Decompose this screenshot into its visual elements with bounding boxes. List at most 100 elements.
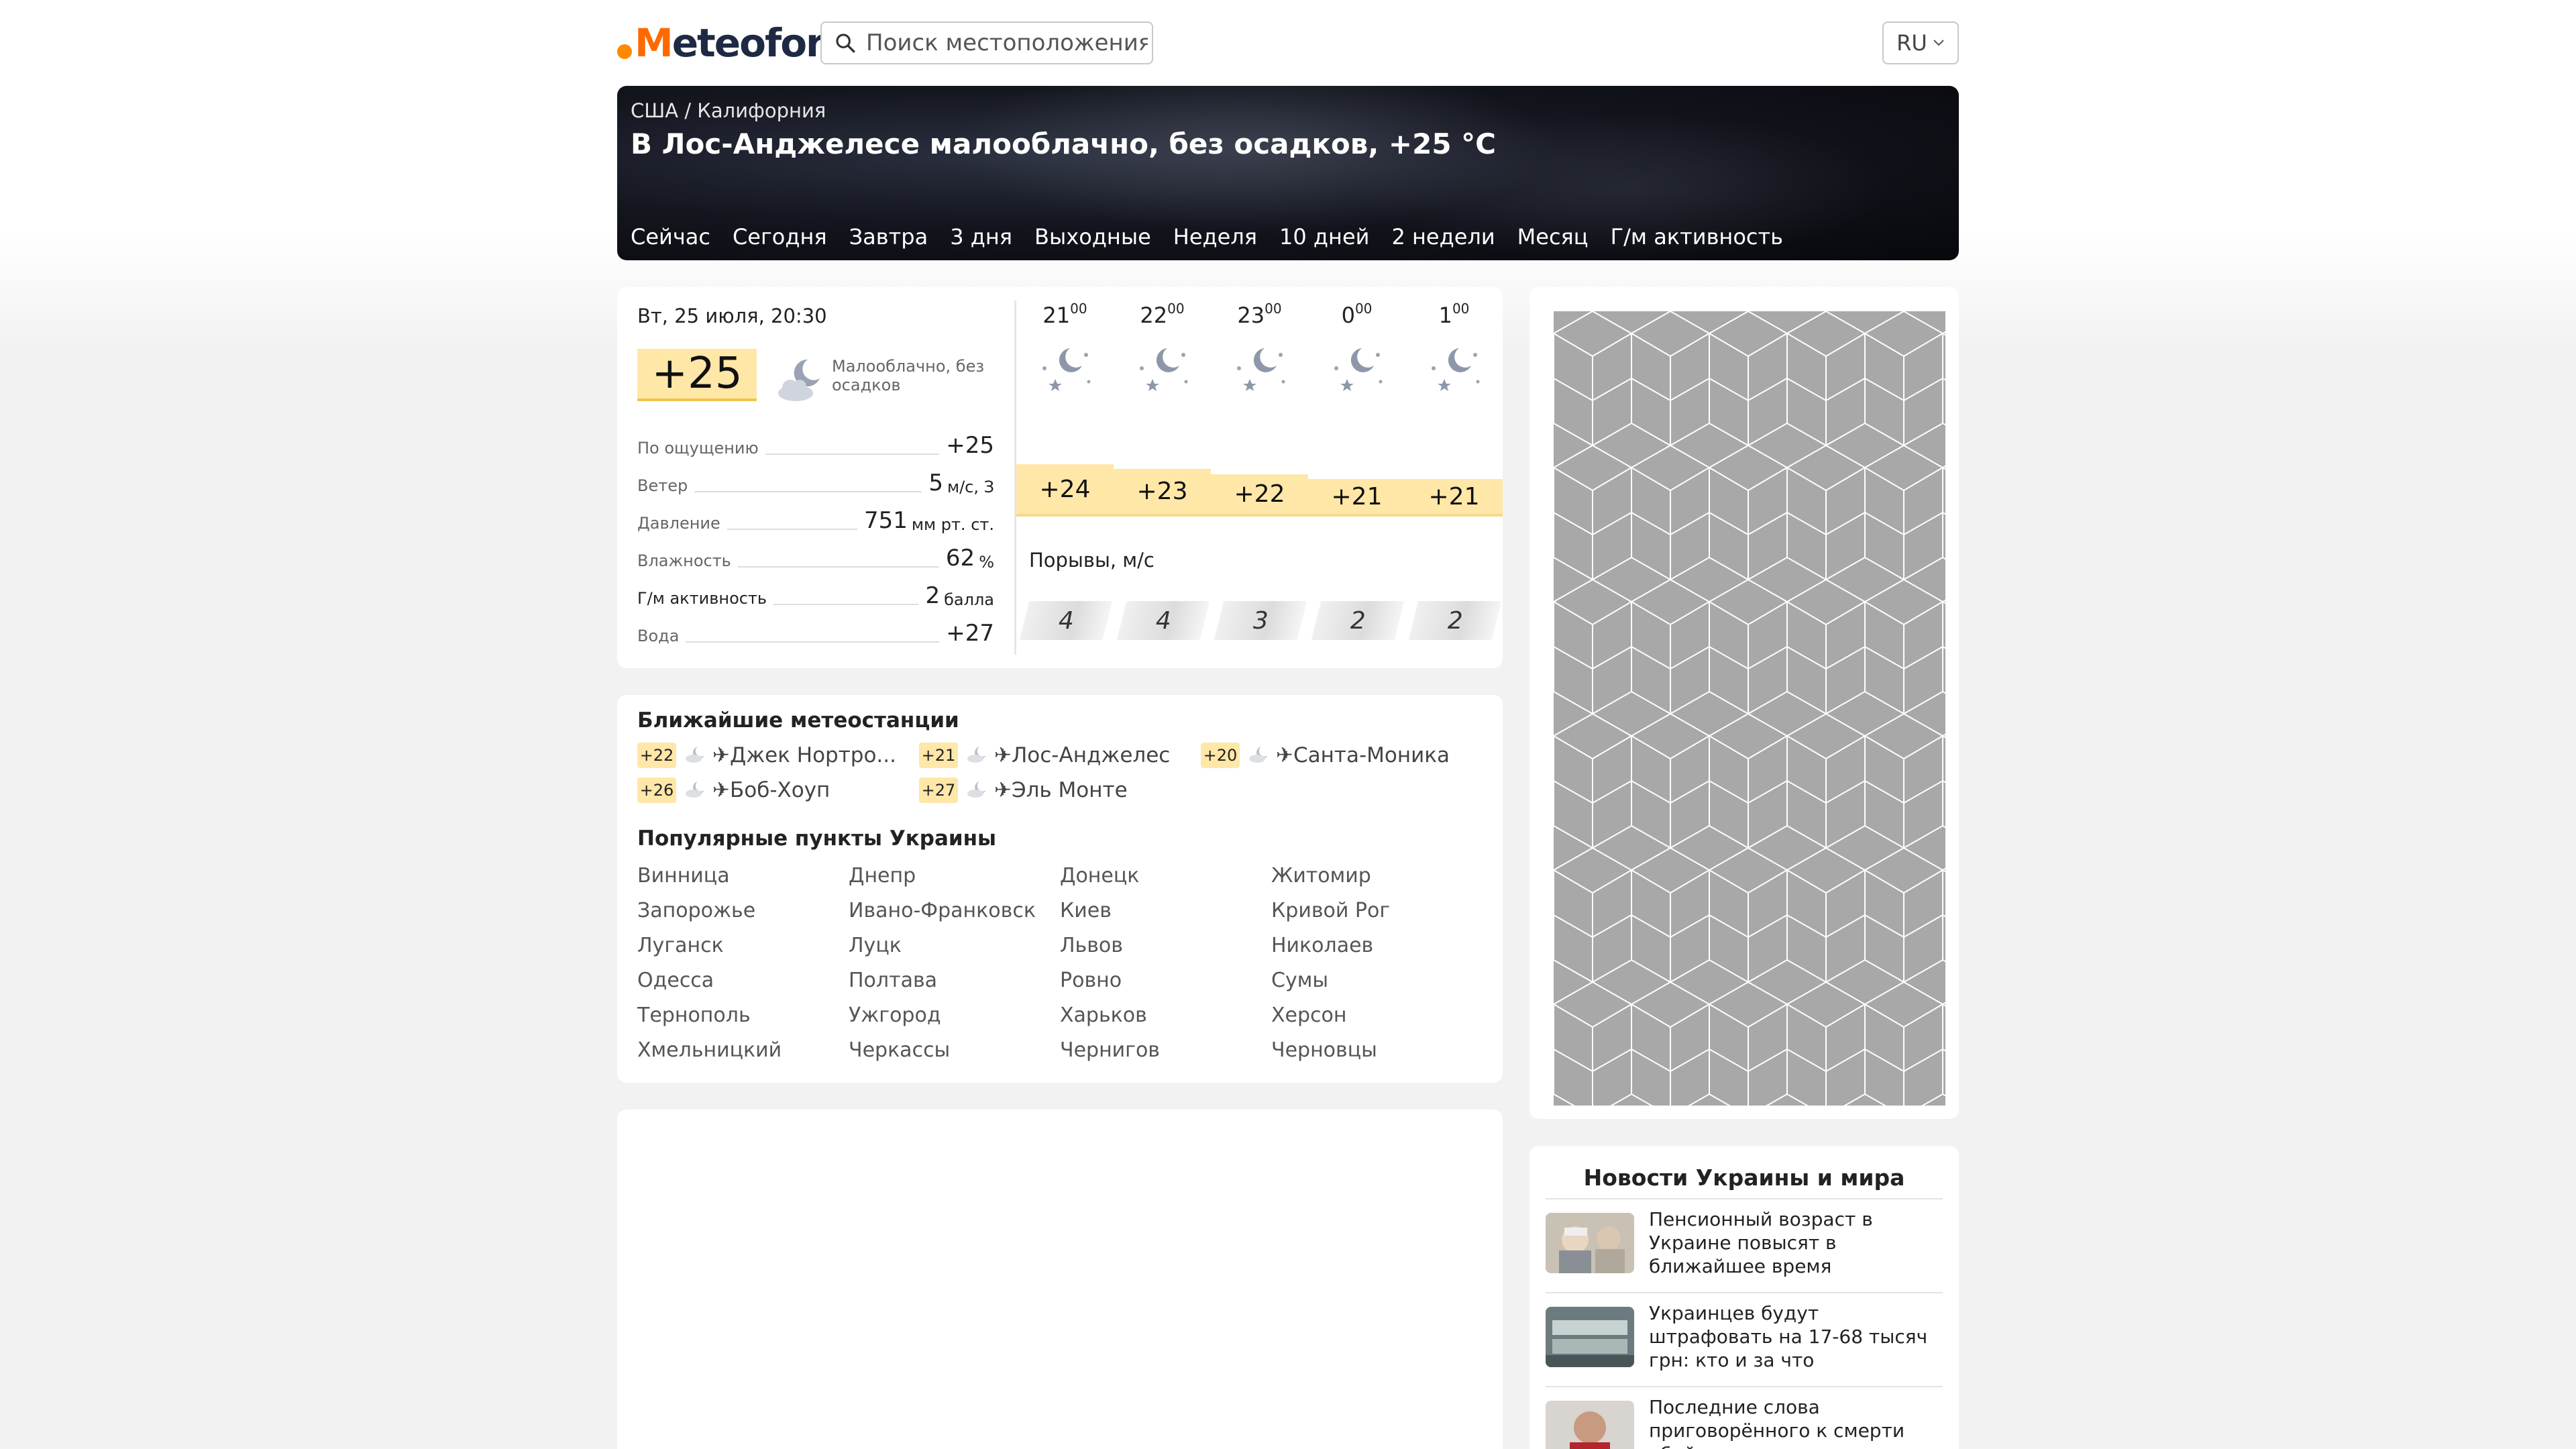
logo-text: Meteofor (635, 20, 825, 66)
content-card (617, 1110, 1503, 1449)
moon-stars-icon (1211, 340, 1308, 400)
hour-column: 2300 (1211, 301, 1308, 400)
city-link[interactable]: Ужгород (849, 1004, 941, 1027)
hero-banner: США / Калифорния В Лос-Анджелесе малообл… (617, 86, 1959, 260)
station-temp: +27 (919, 777, 958, 803)
ad-banner[interactable] (1529, 287, 1959, 1119)
search-input[interactable] (866, 30, 1148, 56)
current-temperature: +25 (637, 349, 757, 401)
news-card: Новости Украины и мира Пенсионный возрас… (1529, 1146, 1959, 1449)
news-thumbnail (1546, 1401, 1634, 1449)
stations-title: Ближайшие метеостанции (637, 708, 959, 733)
breadcrumb[interactable]: США / Калифорния (631, 99, 826, 122)
news-item[interactable]: Украинцев будут штрафовать на 17-68 тыся… (1546, 1292, 1943, 1386)
city-link[interactable]: Киев (1060, 899, 1112, 922)
city-link[interactable]: Луцк (849, 934, 902, 957)
search-box[interactable] (820, 21, 1153, 64)
param-feels-like: По ощущению +25 (637, 432, 994, 459)
logo-dot (617, 44, 632, 59)
news-thumbnail (1546, 1213, 1634, 1273)
city-link[interactable]: Херсон (1271, 1004, 1347, 1027)
city-link[interactable]: Луганск (637, 934, 724, 957)
tab-3-days[interactable]: 3 дня (950, 224, 1012, 250)
current-weather-card: Вт, 25 июля, 20:30 +25 Малооблачно, без … (617, 287, 1503, 668)
tab-week[interactable]: Неделя (1173, 224, 1257, 250)
news-item[interactable]: Последние слова приговорённого к смерти … (1546, 1386, 1943, 1449)
hour-time: 2300 (1237, 301, 1282, 328)
wind-gust-value: 2 (1408, 601, 1502, 640)
hour-temperature: +23 (1114, 469, 1211, 517)
city-link[interactable]: Хмельницкий (637, 1038, 782, 1062)
city-link[interactable]: Ровно (1060, 969, 1122, 992)
tab-10-days[interactable]: 10 дней (1279, 224, 1369, 250)
city-link[interactable]: Тернополь (637, 1004, 751, 1027)
city-link[interactable]: Харьков (1060, 1004, 1147, 1027)
city-link[interactable]: Днепр (849, 864, 916, 888)
hour-temperature: +22 (1211, 474, 1308, 517)
hour-time: 000 (1341, 301, 1373, 328)
city-link[interactable]: Ивано-Франковск (849, 899, 1036, 922)
tab-geomagnetic[interactable]: Г/м активность (1611, 224, 1783, 250)
station-item[interactable]: +21 ✈Лос-Анджелес (919, 741, 1170, 770)
city-link[interactable]: Одесса (637, 969, 714, 992)
hour-temperature: +21 (1405, 479, 1503, 517)
partly-cloudy-night-icon (684, 744, 707, 767)
stations-card: Ближайшие метеостанции Популярные пункты… (617, 695, 1503, 1083)
station-item[interactable]: +26 ✈Боб-Хоуп (637, 775, 830, 805)
param-water: Вода +27 (637, 620, 994, 647)
param-geomagnetic[interactable]: Г/м активность 2 балла (637, 582, 994, 609)
city-link[interactable]: Сумы (1271, 969, 1328, 992)
station-name[interactable]: ✈Джек Нортро... (712, 743, 896, 767)
hour-column: 2200 (1114, 301, 1211, 400)
city-link[interactable]: Николаев (1271, 934, 1373, 957)
news-thumbnail (1546, 1307, 1634, 1367)
language-selector[interactable]: RU (1882, 21, 1959, 64)
city-link[interactable]: Черкассы (849, 1038, 950, 1062)
condition-text: Малооблачно, без осадков (832, 357, 985, 394)
station-item[interactable]: +22 ✈Джек Нортро... (637, 741, 896, 770)
tab-month[interactable]: Месяц (1517, 224, 1589, 250)
tab-tomorrow[interactable]: Завтра (849, 224, 928, 250)
city-link[interactable]: Львов (1060, 934, 1123, 957)
search-icon (836, 34, 855, 53)
city-link[interactable]: Запорожье (637, 899, 755, 922)
station-name[interactable]: ✈Боб-Хоуп (712, 778, 830, 802)
moon-stars-icon (1308, 340, 1405, 400)
city-link[interactable]: Черновцы (1271, 1038, 1377, 1062)
news-headline[interactable]: Пенсионный возраст в Украине повысят в б… (1649, 1208, 1944, 1278)
wind-gust-value: 3 (1214, 601, 1307, 640)
city-link[interactable]: Полтава (849, 969, 937, 992)
city-link[interactable]: Донецк (1060, 864, 1139, 888)
city-link[interactable]: Винница (637, 864, 730, 888)
language-label: RU (1896, 30, 1927, 56)
station-item[interactable]: +20 ✈Санта-Моника (1201, 741, 1450, 770)
hour-column: 100 (1405, 301, 1503, 400)
city-link[interactable]: Чернигов (1060, 1038, 1160, 1062)
station-item[interactable]: +27 ✈Эль Монте (919, 775, 1128, 805)
city-link[interactable]: Кривой Рог (1271, 899, 1390, 922)
tab-weekend[interactable]: Выходные (1034, 224, 1151, 250)
station-name[interactable]: ✈Санта-Моника (1276, 743, 1450, 767)
hour-time: 2100 (1042, 301, 1087, 328)
tab-now[interactable]: Сейчас (631, 224, 710, 250)
news-headline[interactable]: Последние слова приговорённого к смерти … (1649, 1395, 1944, 1449)
station-temp: +22 (637, 743, 676, 768)
station-name[interactable]: ✈Эль Монте (994, 778, 1128, 802)
station-name[interactable]: ✈Лос-Анджелес (994, 743, 1170, 767)
partly-cloudy-night-icon (1248, 744, 1271, 767)
meteofor-logo[interactable]: Meteofor (617, 19, 825, 67)
param-humidity: Влажность 62% (637, 545, 994, 572)
ad-image (1554, 311, 1945, 1106)
forecast-tabs: Сейчас Сегодня Завтра 3 дня Выходные Нед… (631, 224, 1783, 250)
wind-gust-value: 4 (1019, 601, 1113, 640)
news-item[interactable]: Пенсионный возраст в Украине повысят в б… (1546, 1198, 1943, 1292)
news-headline[interactable]: Украинцев будут штрафовать на 17-68 тыся… (1649, 1301, 1944, 1372)
hour-time: 100 (1438, 301, 1470, 328)
partly-cloudy-night-icon (684, 779, 707, 802)
station-temp: +20 (1201, 743, 1240, 768)
tab-today[interactable]: Сегодня (733, 224, 827, 250)
tab-2-weeks[interactable]: 2 недели (1391, 224, 1495, 250)
hour-time: 2200 (1140, 301, 1185, 328)
city-link[interactable]: Житомир (1271, 864, 1371, 888)
partly-cloudy-night-icon (966, 779, 989, 802)
